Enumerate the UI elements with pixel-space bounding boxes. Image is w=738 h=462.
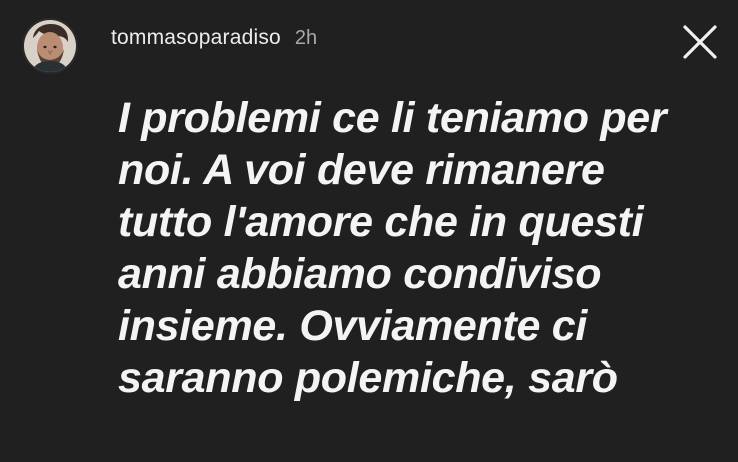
story-viewer: tommasoparadiso 2h I problemi ce li teni…	[0, 0, 738, 462]
caption-line: tutto l'amore che in questi	[118, 198, 644, 246]
close-icon	[683, 25, 717, 59]
story-timestamp: 2h	[294, 26, 318, 49]
caption-line: saranno polemiche, sarò	[118, 354, 618, 402]
caption-line: insieme. Ovviamente ci	[118, 302, 588, 350]
story-header: tommasoparadiso 2h	[22, 14, 720, 78]
close-button[interactable]	[680, 22, 720, 62]
story-caption: I problemi ce li teniamo per noi. A voi …	[118, 92, 728, 404]
caption-line: anni abbiamo condiviso	[118, 250, 602, 298]
avatar[interactable]	[22, 18, 78, 74]
username-label[interactable]: tommasoparadiso	[111, 26, 281, 50]
caption-line: I problemi ce li teniamo per	[118, 94, 667, 142]
caption-line: noi. A voi deve rimanere	[118, 146, 605, 194]
avatar-icon	[24, 20, 76, 72]
